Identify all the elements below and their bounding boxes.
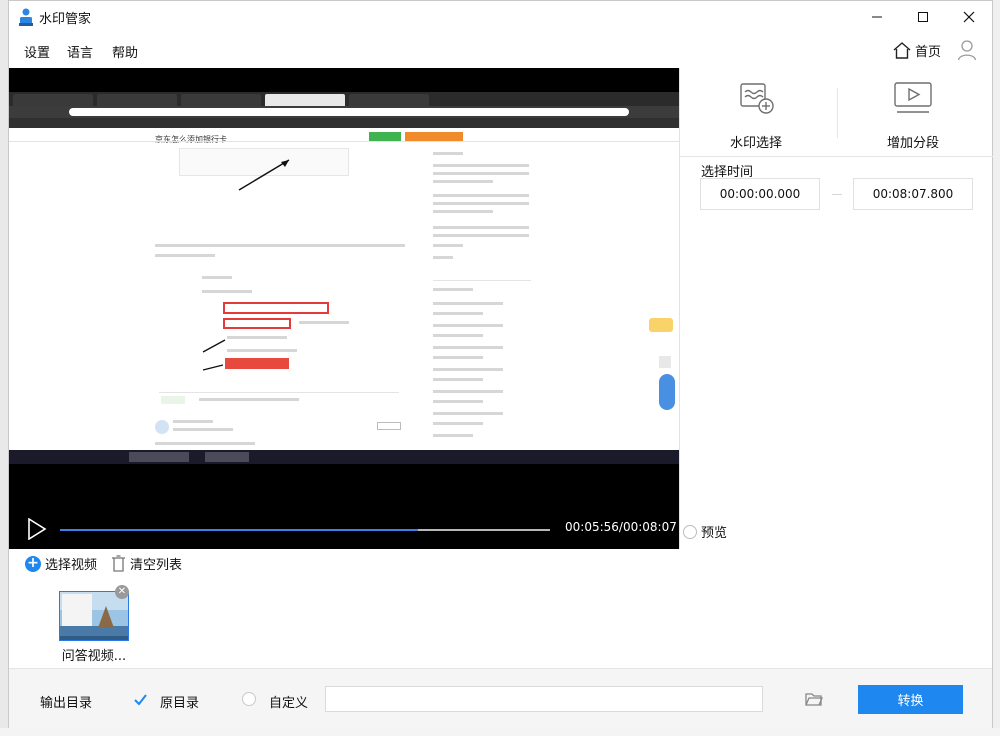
- watermark-add-icon: [740, 83, 774, 114]
- end-time-field[interactable]: 00:08:07.800: [853, 178, 973, 210]
- video-segment-icon: [894, 82, 932, 113]
- video-frame[interactable]: 京东怎么添加银行卡: [9, 92, 679, 504]
- thumbnail-name: 问答视频...: [61, 649, 127, 664]
- add-icon: +: [25, 555, 41, 572]
- menu-item-settings[interactable]: 设置: [24, 42, 50, 61]
- close-button[interactable]: [946, 1, 992, 33]
- tab-add-segment[interactable]: 增加分段: [838, 68, 988, 158]
- menu-item-language[interactable]: 语言: [67, 42, 93, 61]
- time-readout: 00:05:56/00:08:07: [565, 520, 677, 534]
- original-dir-label[interactable]: 原目录: [160, 692, 199, 711]
- video-frame-webpage: 京东怎么添加银行卡: [9, 128, 679, 450]
- output-dir-label: 输出目录: [40, 696, 93, 711]
- progress-track[interactable]: [60, 529, 550, 531]
- close-icon: [963, 11, 975, 23]
- tab-watermark-select-label: 水印选择: [729, 136, 782, 151]
- video-player: 京东怎么添加银行卡 00:05:56/00:08:07: [9, 68, 679, 549]
- original-dir-check-icon[interactable]: [133, 692, 148, 707]
- preview-label: 预览: [701, 526, 728, 541]
- thumbnail-image: [60, 592, 128, 640]
- start-time-field[interactable]: 00:00:00.000: [700, 178, 820, 210]
- custom-dir-radio[interactable]: [242, 692, 256, 706]
- output-bar: 输出目录 原目录 自定义 转换: [9, 668, 992, 729]
- title-bar: 水印管家: [9, 1, 992, 33]
- video-frame-page-title: 京东怎么添加银行卡: [155, 135, 227, 144]
- tab-watermark-select[interactable]: 水印选择: [681, 68, 831, 158]
- preview-toggle[interactable]: 预览: [683, 522, 727, 541]
- trash-icon: [112, 555, 125, 572]
- app-window: 水印管家 设置 语言 帮助 首页 京东怎么添加银行卡 00:05:56/00:0…: [8, 0, 993, 729]
- output-path-input[interactable]: [325, 686, 763, 712]
- clear-list-button[interactable]: 清空列表: [111, 554, 182, 573]
- clear-list-label: 清空列表: [130, 558, 183, 573]
- app-title: 水印管家: [39, 12, 92, 27]
- maximize-button[interactable]: [900, 1, 946, 33]
- user-icon[interactable]: [957, 39, 977, 61]
- desktop-background-bottom: [0, 728, 1000, 736]
- menu-bar: 设置 语言 帮助 首页: [9, 33, 992, 67]
- desktop-background: [0, 0, 8, 736]
- video-frame-browser-tabs: [9, 92, 679, 106]
- select-video-button[interactable]: + 选择视频: [25, 554, 97, 573]
- play-icon[interactable]: [27, 518, 47, 540]
- preview-radio[interactable]: [683, 524, 697, 539]
- right-panel: 水印选择 增加分段 选择时间 00:00:00.000 00:08:07.800…: [679, 68, 993, 549]
- custom-dir-label[interactable]: 自定义: [269, 692, 308, 711]
- video-frame-bookmarks: [9, 118, 679, 128]
- app-logo-icon: [19, 8, 33, 26]
- home-button[interactable]: 首页: [893, 39, 941, 61]
- select-video-label: 选择视频: [45, 558, 98, 573]
- desktop-background-right: [993, 0, 1000, 736]
- file-list-toolbar: + 选择视频 清空列表: [9, 549, 992, 577]
- home-label: 首页: [915, 44, 942, 60]
- video-frame-taskbar: [9, 450, 679, 464]
- folder-open-icon[interactable]: [805, 691, 823, 707]
- maximize-icon: [918, 12, 928, 22]
- video-frame-address-bar: [9, 106, 679, 118]
- minimize-button[interactable]: [854, 1, 900, 33]
- convert-button[interactable]: 转换: [858, 685, 963, 714]
- player-controls: 00:05:56/00:08:07: [9, 504, 679, 549]
- home-icon: [893, 41, 911, 59]
- remove-thumbnail-button[interactable]: ✕: [115, 585, 129, 599]
- minimize-icon: [872, 16, 882, 18]
- tab-add-segment-label: 增加分段: [886, 136, 939, 151]
- menu-item-help[interactable]: 帮助: [112, 42, 138, 61]
- progress-fill: [60, 529, 418, 531]
